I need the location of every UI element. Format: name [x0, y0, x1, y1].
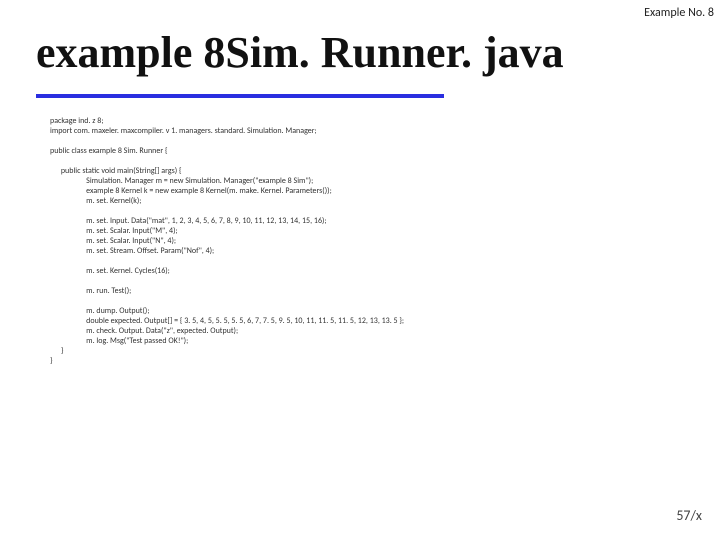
code-block: package ind. z 8; import com. maxeler. m… [50, 116, 690, 366]
title-underline [36, 94, 444, 98]
code-line: m. set. Kernel. Cycles(16); [50, 266, 170, 276]
page-title: example 8Sim. Runner. java [36, 30, 564, 76]
code-line: example 8 Kernel k = new example 8 Kerne… [50, 186, 332, 196]
code-line: m. log. Msg("Test passed OK!"); [50, 336, 188, 346]
example-number: Example No. 8 [644, 6, 714, 20]
code-line: m. check. Output. Data("z", expected. Ou… [50, 326, 238, 336]
slide: Example No. 8 example 8Sim. Runner. java… [0, 0, 720, 540]
code-line: m. run. Test(); [50, 286, 131, 296]
code-line: m. set. Kernel(k); [50, 196, 141, 206]
code-line: public static void main(String[] args) { [50, 166, 181, 176]
code-line: m. dump. Output(); [50, 306, 149, 316]
code-line: Simulation. Manager m = new Simulation. … [50, 176, 313, 186]
page-number: 57/x [676, 507, 702, 524]
code-line: package ind. z 8; [50, 116, 103, 126]
code-line: public class example 8 Sim. Runner { [50, 146, 167, 156]
code-line: m. set. Scalar. Input("M", 4); [50, 226, 178, 236]
code-line: m. set. Input. Data("mat", 1, 2, 3, 4, 5… [50, 216, 327, 226]
code-line: } [50, 356, 53, 366]
code-line: } [50, 346, 63, 356]
code-line: m. set. Stream. Offset. Param("Nof", 4); [50, 246, 214, 256]
code-line: m. set. Scalar. Input("N", 4); [50, 236, 176, 246]
code-line: double expected. Output[] = { 3. 5, 4, 5… [50, 316, 404, 326]
code-line: import com. maxeler. maxcompiler. v 1. m… [50, 126, 317, 136]
